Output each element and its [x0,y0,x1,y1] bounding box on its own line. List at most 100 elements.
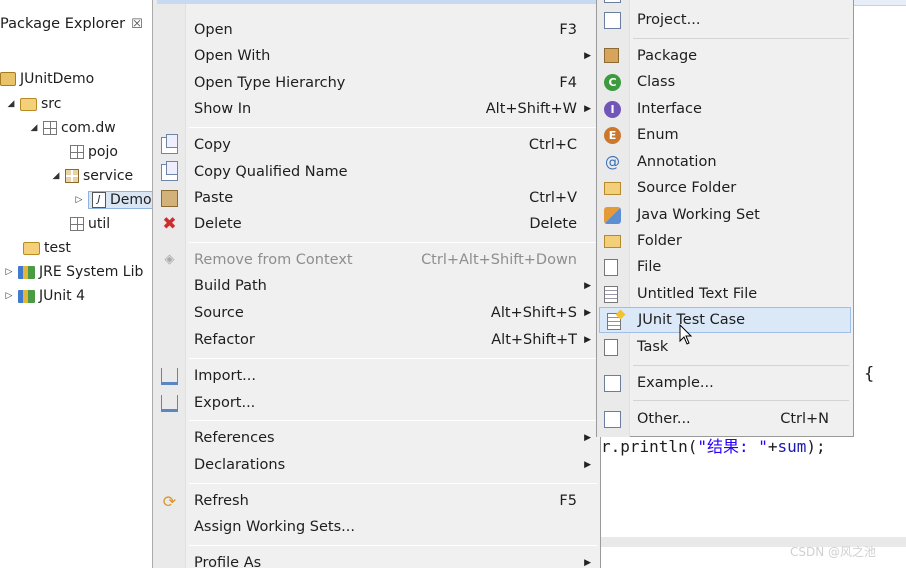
expanded-triangle-icon[interactable]: ◢ [5,99,17,109]
menu-separator [189,127,597,128]
tree-node-src[interactable]: ◢ src [5,93,62,115]
copy-qualified-name-icon [161,161,178,181]
submenu-item-annotation[interactable]: @ Annotation [597,149,853,175]
menu-separator [189,242,597,243]
tree-node-label: pojo [88,144,118,160]
menu-item-assign-working-sets[interactable]: Assign Working Sets... [153,514,601,540]
class-icon: C [604,74,621,91]
submenu-item-enum[interactable]: E Enum [597,122,853,148]
tree-node-project[interactable]: JUnitDemo [0,68,94,90]
menu-item-copy-qualified-name[interactable]: Copy Qualified Name [153,159,601,185]
mouse-cursor-icon [679,324,693,345]
package-icon [70,145,84,159]
submenu-item-other[interactable]: Other... Ctrl+N [597,406,853,432]
paste-icon [161,190,178,207]
annotation-icon: @ [605,153,620,171]
menu-item-import[interactable]: Import... [153,363,601,389]
collapsed-triangle-icon[interactable]: ▷ [73,195,85,205]
task-icon [604,339,618,356]
tree-node-com-dw[interactable]: ◢ com.dw [28,117,116,139]
menu-item-paste[interactable]: Paste Ctrl+V [153,185,601,211]
package-icon [65,169,79,183]
editor-area[interactable] [854,0,906,568]
collapsed-triangle-icon[interactable]: ▷ [3,267,15,277]
copy-icon [161,134,178,154]
delete-icon: ✖ [162,214,177,234]
submenu-item-interface[interactable]: I Interface [597,96,853,122]
tree-node-service[interactable]: ◢ service [50,165,134,187]
menu-item-refresh[interactable]: ⟳ Refresh F5 [153,488,601,514]
submenu-item-java-working-set[interactable]: Java Working Set [597,202,853,228]
working-set-icon [604,207,621,224]
submenu-arrow-icon: ▶ [584,558,591,568]
expanded-triangle-icon[interactable]: ◢ [50,171,62,181]
tree-node-label: JUnit 4 [39,288,85,304]
package-explorer-title: Package Explorer [0,16,126,32]
menu-separator [189,420,597,421]
submenu-arrow-icon: ▶ [584,104,591,114]
menu-separator [633,38,849,39]
expanded-triangle-icon[interactable]: ◢ [28,123,40,133]
menu-separator [633,400,849,401]
menu-item-open[interactable]: Open F3 [153,17,601,43]
new-menu-item-highlight[interactable] [157,0,597,4]
tree-node-label: JRE System Lib [39,264,144,280]
selected-item[interactable]: J Demo [88,191,152,209]
menu-item-delete[interactable]: ✖ Delete Delete [153,211,601,237]
source-folder-icon [23,241,40,255]
menu-item-profile-as[interactable]: Profile As ▶ [153,550,601,568]
tree-node-label: service [83,168,134,184]
context-menu: Open F3 Open With ▶ Open Type Hierarchy … [152,0,601,568]
package-explorer-tab[interactable]: Package Explorer ☒ [0,10,152,38]
menu-item-open-with[interactable]: Open With ▶ [153,43,601,69]
source-folder-icon [20,97,37,111]
tree-node-junit[interactable]: ▷ JUnit 4 [3,285,85,307]
package-icon [43,121,57,135]
submenu-item-project[interactable]: Project... [597,7,853,33]
other-wizard-icon [604,411,621,428]
editor-tab-strip [854,0,906,6]
menu-item-declarations[interactable]: Declarations ▶ [153,452,601,478]
submenu-item-untitled-text-file[interactable]: Untitled Text File [597,281,853,307]
submenu-item-package[interactable]: Package [597,43,853,69]
enum-icon: E [604,127,621,144]
submenu-item-partial[interactable] [597,0,853,6]
submenu-arrow-icon: ▶ [584,460,591,470]
tree-node-test[interactable]: test [8,237,71,259]
submenu-item-folder[interactable]: Folder [597,228,853,254]
menu-item-refactor[interactable]: Refactor Alt+Shift+T ▶ [153,327,601,353]
project-icon [0,72,16,86]
tree-node-label: src [41,96,62,112]
collapsed-triangle-icon[interactable]: ▷ [3,291,15,301]
submenu-item-example[interactable]: Example... [597,370,853,396]
tree-node-demo[interactable]: ▷ J Demo [73,189,152,211]
menu-item-open-type-hierarchy[interactable]: Open Type Hierarchy F4 [153,70,601,96]
menu-separator [189,483,597,484]
package-icon [70,217,84,231]
submenu-item-junit-test-case[interactable]: JUnit Test Case [599,307,851,333]
close-icon[interactable]: ☒ [131,17,143,32]
tree-node-util[interactable]: util [55,213,110,235]
submenu-arrow-icon: ▶ [584,51,591,61]
project-icon [604,12,621,29]
menu-item-show-in[interactable]: Show In Alt+Shift+W ▶ [153,96,601,122]
submenu-item-source-folder[interactable]: Source Folder [597,175,853,201]
tree-node-label: com.dw [61,120,116,136]
library-icon [18,289,35,303]
submenu-item-task[interactable]: Task [597,334,853,360]
tree-node-pojo[interactable]: pojo [55,141,118,163]
menu-item-export[interactable]: Export... [153,390,601,416]
submenu-item-file[interactable]: File [597,254,853,280]
menu-separator [189,358,597,359]
java-file-icon: J [92,192,106,208]
menu-item-source[interactable]: Source Alt+Shift+S ▶ [153,300,601,326]
tree-node-label: Demo [110,192,152,208]
java-project-icon [604,0,621,3]
junit-test-case-icon [607,313,621,330]
tree-node-jre[interactable]: ▷ JRE System Lib [3,261,144,283]
menu-item-references[interactable]: References ▶ [153,425,601,451]
tree-node-label: JUnitDemo [20,71,95,87]
submenu-item-class[interactable]: C Class [597,69,853,95]
menu-item-build-path[interactable]: Build Path ▶ [153,273,601,299]
menu-item-copy[interactable]: Copy Ctrl+C [153,132,601,158]
